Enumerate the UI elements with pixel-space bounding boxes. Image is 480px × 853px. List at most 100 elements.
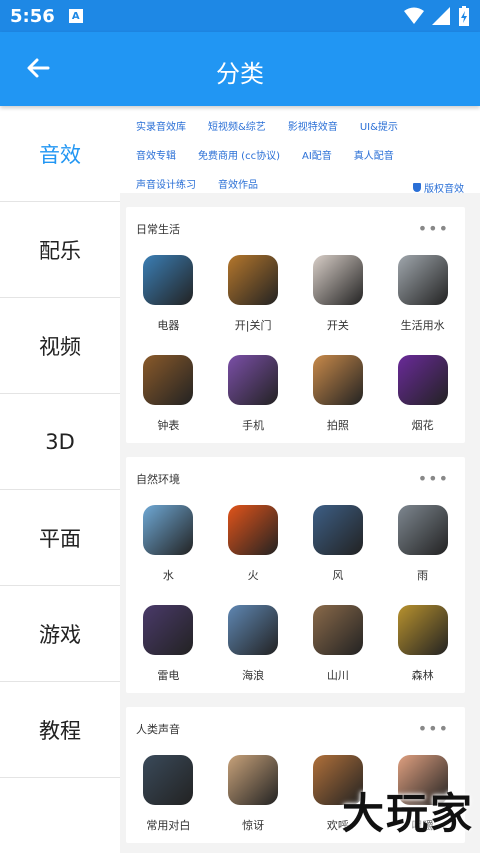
- category-sidebar: 音效 配乐 视频 3D 平面 游戏 教程: [0, 106, 120, 853]
- category-label: 水: [162, 569, 174, 582]
- content-area: 实录音效库 短视频&综艺 影视特效音 UI&提示 音效专辑 免费商用 (cc协议…: [120, 106, 480, 853]
- tag-link[interactable]: 声音设计练习: [136, 176, 196, 191]
- copyright-sound-link[interactable]: 版权音效: [413, 180, 464, 195]
- category-label: 开|关门: [234, 319, 272, 332]
- category-label: 拍照: [326, 419, 349, 432]
- category-thumbnail: [228, 605, 279, 655]
- category-thumbnail: [228, 505, 279, 555]
- category-label: 海浪: [242, 669, 265, 682]
- notification-icon: A: [68, 9, 83, 23]
- category-tile[interactable]: 海浪: [211, 605, 296, 683]
- category-tile[interactable]: 钟表: [126, 355, 211, 433]
- sidebar-item-3d[interactable]: 3D: [0, 394, 120, 490]
- status-bar: 5:56 A: [0, 0, 480, 32]
- category-thumbnail: [397, 255, 448, 305]
- category-thumbnail: [228, 355, 279, 405]
- tag-link[interactable]: 音效作品: [218, 176, 258, 191]
- section-header: 人类声音 •••: [126, 721, 465, 737]
- tag-link[interactable]: 短视频&综艺: [208, 118, 266, 133]
- category-section: 日常生活 ••• 电器 开|关门 开关 生活用水钟表 手机 拍照 烟花: [126, 207, 465, 443]
- category-tile[interactable]: 火: [211, 505, 296, 583]
- category-label: 钟表: [157, 419, 180, 432]
- category-tile[interactable]: 开|关门: [211, 255, 296, 333]
- category-tile[interactable]: 惊讶: [211, 755, 296, 833]
- category-tile[interactable]: 生活用水: [380, 255, 465, 333]
- status-time: 5:56: [10, 5, 55, 27]
- section-header: 自然环境 •••: [126, 471, 465, 487]
- sidebar-item-sound-effects[interactable]: 音效: [0, 106, 120, 202]
- category-label: 森林: [411, 669, 434, 682]
- tag-link[interactable]: AI配音: [302, 147, 332, 162]
- category-label: 烟花: [411, 419, 434, 432]
- category-thumbnail: [143, 355, 194, 405]
- category-tile[interactable]: 常用对白: [126, 755, 211, 833]
- category-thumbnail: [143, 505, 194, 555]
- category-label: 常用对白: [146, 819, 191, 832]
- tag-panel: 实录音效库 短视频&综艺 影视特效音 UI&提示 音效专辑 免费商用 (cc协议…: [120, 106, 480, 195]
- sidebar-item-games[interactable]: 游戏: [0, 586, 120, 682]
- category-section: 自然环境 ••• 水 火 风 雨雷电 海浪 山川 森林: [126, 457, 465, 693]
- tag-link[interactable]: 实录音效库: [136, 118, 186, 133]
- watermark-logo: 大玩家: [341, 789, 474, 838]
- category-thumbnail: [143, 605, 194, 655]
- category-grid: 水 火 风 雨雷电 海浪 山川 森林: [126, 505, 465, 683]
- category-thumbnail: [397, 355, 448, 405]
- app-bar: 分类: [0, 32, 480, 106]
- section-title: 自然环境: [136, 473, 180, 486]
- category-label: 生活用水: [400, 319, 445, 332]
- category-thumbnail: [312, 355, 363, 405]
- category-label: 惊讶: [242, 819, 265, 832]
- tag-link[interactable]: 免费商用 (cc协议): [198, 147, 280, 162]
- category-tile[interactable]: 风: [296, 505, 381, 583]
- sidebar-item-video[interactable]: 视频: [0, 298, 120, 394]
- category-tile[interactable]: 水: [126, 505, 211, 583]
- category-tile[interactable]: 拍照: [296, 355, 381, 433]
- category-thumbnail: [312, 505, 363, 555]
- category-tile[interactable]: 电器: [126, 255, 211, 333]
- category-label: 电器: [157, 319, 180, 332]
- category-label: 雷电: [157, 669, 180, 682]
- tag-link[interactable]: 影视特效音: [288, 118, 338, 133]
- more-icon[interactable]: •••: [418, 221, 449, 237]
- section-header: 日常生活 •••: [126, 221, 465, 237]
- category-thumbnail: [312, 255, 363, 305]
- category-label: 火: [247, 569, 259, 582]
- category-label: 雨: [417, 569, 429, 582]
- more-icon[interactable]: •••: [418, 471, 449, 487]
- tag-link[interactable]: UI&提示: [360, 118, 398, 133]
- category-label: 手机: [242, 419, 265, 432]
- sidebar-item-tutorials[interactable]: 教程: [0, 682, 120, 778]
- sidebar-item-graphic[interactable]: 平面: [0, 490, 120, 586]
- tag-link[interactable]: 真人配音: [354, 147, 394, 162]
- category-thumbnail: [397, 605, 448, 655]
- shield-icon: [413, 183, 421, 192]
- status-icons: [404, 6, 470, 26]
- copyright-sound-label: 版权音效: [424, 184, 464, 195]
- sidebar-item-music[interactable]: 配乐: [0, 202, 120, 298]
- category-thumbnail: [143, 255, 194, 305]
- battery-icon: [459, 6, 469, 26]
- category-tile[interactable]: 雨: [380, 505, 465, 583]
- tag-link[interactable]: 音效专辑: [136, 147, 176, 162]
- category-tile[interactable]: 手机: [211, 355, 296, 433]
- category-label: 风: [332, 569, 344, 582]
- section-title: 日常生活: [136, 223, 180, 236]
- category-tile[interactable]: 开关: [296, 255, 381, 333]
- category-grid: 电器 开|关门 开关 生活用水钟表 手机 拍照 烟花: [126, 255, 465, 433]
- signal-icon: [432, 7, 450, 25]
- category-thumbnail: [228, 255, 279, 305]
- category-label: 山川: [326, 669, 349, 682]
- category-label: 开关: [326, 319, 349, 332]
- category-thumbnail: [143, 755, 194, 805]
- category-thumbnail: [397, 505, 448, 555]
- category-thumbnail: [228, 755, 279, 805]
- category-tile[interactable]: 雷电: [126, 605, 211, 683]
- section-title: 人类声音: [136, 723, 180, 736]
- category-thumbnail: [312, 605, 363, 655]
- page-title: 分类: [216, 60, 264, 88]
- category-tile[interactable]: 森林: [380, 605, 465, 683]
- category-tile[interactable]: 山川: [296, 605, 381, 683]
- wifi-icon: [404, 7, 424, 24]
- category-tile[interactable]: 烟花: [380, 355, 465, 433]
- more-icon[interactable]: •••: [418, 721, 449, 737]
